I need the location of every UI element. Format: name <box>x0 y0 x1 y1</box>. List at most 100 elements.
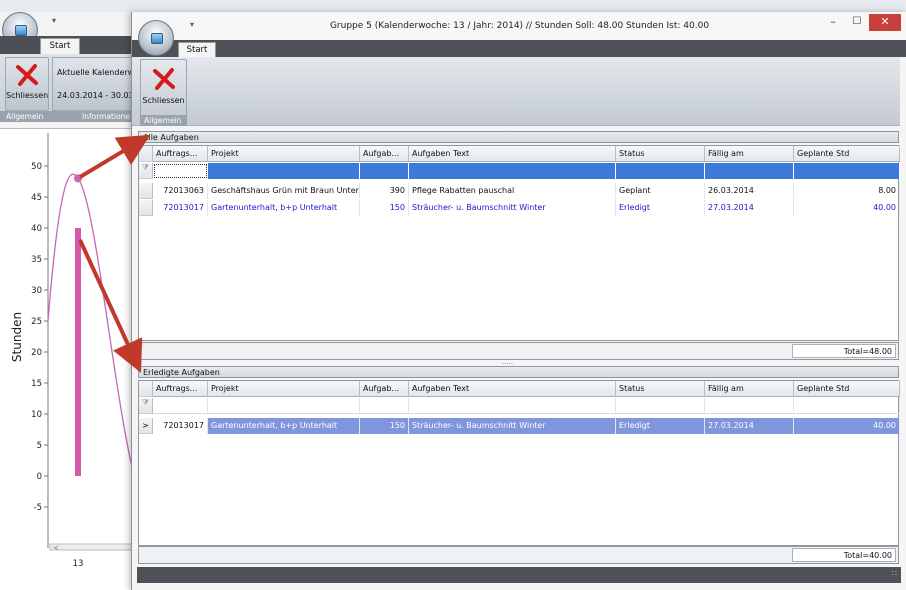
column-header[interactable]: Auftrags... <box>153 146 208 162</box>
y-tick-label: 30 <box>31 286 42 296</box>
column-header[interactable]: Fällig am <box>705 381 794 397</box>
group-label-allgemein: Allgemein <box>6 112 44 121</box>
column-header[interactable]: Aufgab... <box>360 381 409 397</box>
y-tick-label: 15 <box>31 379 42 389</box>
y-tick-label: 20 <box>31 348 42 358</box>
filter-cell[interactable] <box>794 163 900 179</box>
column-header[interactable]: Auftrags... <box>153 381 208 397</box>
background-close-button[interactable]: Schliessen <box>5 57 49 111</box>
all-tasks-grid[interactable]: Auftrags... Projekt Aufgab... Aufgaben Text… <box>138 145 900 341</box>
quick-access-dropdown-icon[interactable]: ▾ <box>190 20 194 29</box>
current-week-info: Aktuelle Kalenderwo 24.03.2014 - 30.03 <box>52 57 139 111</box>
status-bar: ∷ <box>137 567 901 583</box>
cell-auftrag[interactable]: 72013063 <box>153 183 208 199</box>
filter-cell[interactable] <box>616 398 705 414</box>
cell-faellig[interactable]: 27.03.2014 <box>705 200 794 216</box>
cell-aufgabe[interactable]: 150 <box>360 418 409 434</box>
cell-std[interactable]: 40.00 <box>794 418 900 434</box>
current-week-label: Aktuelle Kalenderwo <box>57 68 140 77</box>
header-row-selector <box>139 146 153 162</box>
ribbon <box>132 57 900 126</box>
filter-cell[interactable] <box>153 163 208 179</box>
y-tick-label: 5 <box>37 441 42 451</box>
window-title: Gruppe 5 (Kalenderwoche: 13 / Jahr: 2014… <box>329 21 710 31</box>
column-header[interactable]: Projekt <box>208 381 360 397</box>
maximize-button[interactable]: ☐ <box>846 15 868 31</box>
row-selector[interactable] <box>139 200 153 216</box>
x-tick-label: 13 <box>73 559 84 569</box>
background-tab-start[interactable]: Start <box>40 38 80 54</box>
filter-cell[interactable] <box>409 163 616 179</box>
cell-text[interactable]: Pflege Rabatten pauschal <box>409 183 616 199</box>
cell-status[interactable]: Erledigt <box>616 200 705 216</box>
filter-cell[interactable] <box>360 398 409 414</box>
cell-projekt[interactable]: Geschäftshaus Grün mit Braun Unter... <box>208 183 360 199</box>
y-tick-label: 35 <box>31 255 42 265</box>
cell-std[interactable]: 40.00 <box>794 200 900 216</box>
filter-cell[interactable] <box>794 398 900 414</box>
column-header[interactable]: Aufgaben Text <box>409 146 616 162</box>
ribbon-tab-bar <box>132 40 906 57</box>
header-row-selector <box>139 381 153 397</box>
quick-access-dropdown-icon[interactable]: ▾ <box>52 16 56 25</box>
scroll-left-icon[interactable]: < <box>53 544 59 552</box>
target-hours-curve <box>47 173 134 477</box>
filter-cell[interactable] <box>208 163 360 179</box>
column-header[interactable]: Fällig am <box>705 146 794 162</box>
task-group-window: Gruppe 5 (Kalenderwoche: 13 / Jahr: 2014… <box>131 12 906 590</box>
chart-horizontal-scrollbar[interactable] <box>49 543 134 551</box>
y-axis-ticks: 50454035302520151050-5 <box>31 162 48 513</box>
y-tick-label: 25 <box>31 317 42 327</box>
column-header[interactable]: Status <box>616 381 705 397</box>
column-header[interactable]: Aufgab... <box>360 146 409 162</box>
column-header[interactable]: Aufgaben Text <box>409 381 616 397</box>
cell-projekt[interactable]: Gartenunterhalt, b+p Unterhalt <box>208 418 360 434</box>
filter-cell[interactable] <box>616 163 705 179</box>
filter-icon[interactable]: ⧩ <box>139 398 153 414</box>
all-tasks-panel-title: Alle Aufgaben <box>138 131 899 143</box>
column-header[interactable]: Geplante Std <box>794 381 900 397</box>
filter-cell[interactable] <box>409 398 616 414</box>
minimize-button[interactable]: – <box>822 15 844 31</box>
cell-status[interactable]: Geplant <box>616 183 705 199</box>
window-titlebar: Gruppe 5 (Kalenderwoche: 13 / Jahr: 2014… <box>132 12 906 40</box>
window-close-button[interactable]: ✕ <box>869 14 901 31</box>
cell-faellig[interactable]: 27.03.2014 <box>705 418 794 434</box>
done-tasks-summary-bar: Total=40.00 <box>138 546 899 564</box>
y-tick-label: -5 <box>34 503 42 513</box>
group-label-allgemein: Allgemein <box>144 116 182 125</box>
filter-cell[interactable] <box>208 398 360 414</box>
cell-status[interactable]: Erledigt <box>616 418 705 434</box>
current-row-indicator[interactable]: > <box>139 418 153 434</box>
close-x-icon <box>152 68 175 90</box>
filter-cell[interactable] <box>153 398 208 414</box>
y-tick-label: 40 <box>31 224 42 234</box>
y-axis-title: Stunden <box>10 311 25 363</box>
row-selector[interactable] <box>139 183 153 199</box>
cell-auftrag[interactable]: 72013017 <box>153 200 208 216</box>
resize-grip-icon[interactable]: ∷ <box>892 569 897 578</box>
done-tasks-total: Total=40.00 <box>792 548 896 562</box>
filter-cell[interactable] <box>705 398 794 414</box>
filter-cell[interactable] <box>360 163 409 179</box>
application-orb-button[interactable] <box>138 20 174 56</box>
tab-start[interactable]: Start <box>178 42 216 57</box>
cell-aufgabe[interactable]: 390 <box>360 183 409 199</box>
filter-cell[interactable] <box>705 163 794 179</box>
cell-std[interactable]: 8.00 <box>794 183 900 199</box>
panel-splitter[interactable]: ..... <box>502 358 513 366</box>
cell-aufgabe[interactable]: 150 <box>360 200 409 216</box>
group-label-informationen: Informatione <box>82 112 131 121</box>
x-axis-ticks: 13 <box>73 559 84 569</box>
cell-text[interactable]: Sträucher- u. Baumschnitt Winter <box>409 200 616 216</box>
done-tasks-grid[interactable]: Auftrags... Projekt Aufgab... Aufgaben Text… <box>138 380 900 546</box>
cell-faellig[interactable]: 26.03.2014 <box>705 183 794 199</box>
y-tick-label: 50 <box>31 162 42 172</box>
column-header[interactable]: Geplante Std <box>794 146 900 162</box>
cell-text[interactable]: Sträucher- u. Baumschnitt Winter <box>409 418 616 434</box>
cell-auftrag[interactable]: 72013017 <box>153 418 208 434</box>
column-header[interactable]: Status <box>616 146 705 162</box>
column-header[interactable]: Projekt <box>208 146 360 162</box>
cell-projekt[interactable]: Gartenunterhalt, b+p Unterhalt <box>208 200 360 216</box>
filter-icon[interactable]: ⧩ <box>139 163 153 179</box>
